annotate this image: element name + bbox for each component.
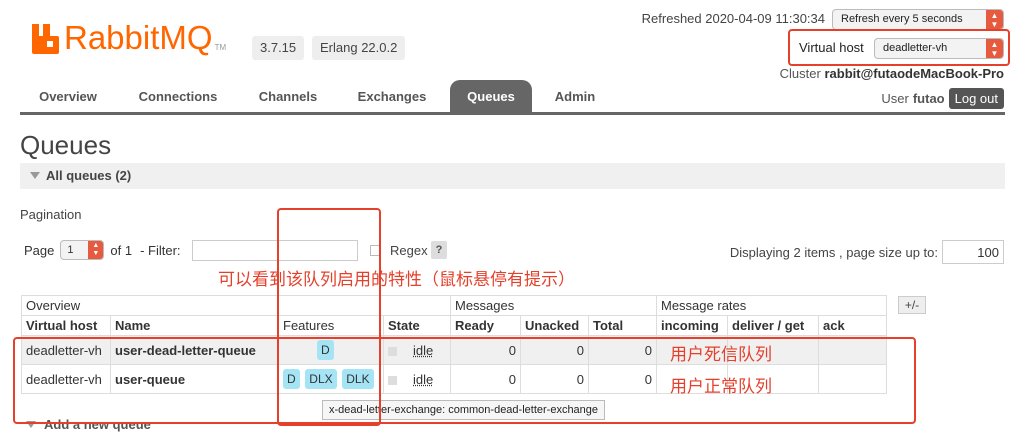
page-controls: Page 1 ▲ ▼ of 1 - Filter: — [24, 240, 181, 260]
logo-trademark: TM — [214, 43, 227, 52]
group-header-overview: Overview — [21, 295, 451, 316]
tab-channels[interactable]: Channels — [244, 80, 332, 112]
logo-text: RabbitMQ — [64, 19, 213, 56]
cluster-label: Cluster — [779, 66, 821, 81]
tab-connections[interactable]: Connections — [126, 80, 230, 112]
all-queues-label: All queues (2) — [46, 168, 132, 183]
main-nav: Overview Connections Channels Exchanges … — [20, 80, 1018, 112]
column-header-ready[interactable]: Ready — [450, 315, 521, 336]
column-header-unacked[interactable]: Unacked — [520, 315, 589, 336]
filter-label: - Filter: — [140, 242, 181, 258]
tab-exchanges[interactable]: Exchanges — [344, 80, 440, 112]
column-header-deliver-get[interactable]: deliver / get — [727, 315, 819, 336]
page-label: Page — [24, 242, 55, 258]
column-header-virtual-host[interactable]: Virtual host — [21, 315, 111, 336]
select-arrows-icon: ▲ ▼ — [986, 10, 1003, 29]
column-header-total[interactable]: Total — [588, 315, 657, 336]
page-size-input[interactable]: 100 — [942, 240, 1004, 264]
page-title: Queues — [20, 130, 112, 160]
erlang-badge: Erlang 22.0.2 — [312, 36, 406, 60]
group-header-messages: Messages — [450, 295, 657, 316]
rabbitmq-logo: RabbitMQ TM — [30, 18, 226, 58]
page-of-label: of 1 — [110, 242, 133, 258]
regex-help-button[interactable]: ? — [431, 241, 447, 259]
refresh-interval-select[interactable]: Refresh every 5 seconds ▲ ▼ — [832, 9, 1004, 30]
pagination-label: Pagination — [20, 207, 82, 222]
select-arrows-icon: ▲ ▼ — [88, 241, 104, 259]
tab-admin[interactable]: Admin — [542, 80, 608, 112]
all-queues-section-toggle[interactable]: All queues (2) — [20, 163, 1005, 189]
displaying-count: Displaying 2 items , page size up to: — [729, 245, 938, 260]
refreshed-timestamp: Refreshed 2020-04-09 11:30:34 — [641, 11, 825, 26]
version-badge: 3.7.15 — [252, 36, 305, 60]
nav-divider — [20, 112, 1005, 115]
cluster-name: rabbit@futaodeMacBook-Pro — [824, 66, 1004, 81]
tab-overview[interactable]: Overview — [20, 80, 116, 112]
page-select-value: 1 — [67, 244, 74, 256]
column-header-ack[interactable]: ack — [818, 315, 887, 336]
column-header-state[interactable]: State — [383, 315, 451, 336]
rabbit-logo-icon — [30, 22, 60, 54]
rows-highlight-box — [13, 337, 916, 424]
page-select[interactable]: 1 ▲ ▼ — [60, 240, 105, 260]
columns-toggle-button[interactable]: +/- — [898, 296, 926, 314]
collapse-triangle-icon — [30, 172, 40, 179]
column-header-name[interactable]: Name — [110, 315, 279, 336]
cluster-info: Cluster rabbit@futaodeMacBook-Pro — [780, 66, 1004, 81]
regex-label: Regex — [390, 243, 428, 258]
tab-queues[interactable]: Queues — [450, 80, 532, 112]
features-annotation: 可以看到该队列启用的特性（鼠标悬停有提示） — [218, 270, 575, 289]
group-header-message-rates: Message rates — [656, 295, 887, 316]
vhost-highlight-box — [788, 29, 1010, 66]
column-header-incoming[interactable]: incoming — [656, 315, 728, 336]
refresh-interval-value: Refresh every 5 seconds — [841, 13, 963, 25]
